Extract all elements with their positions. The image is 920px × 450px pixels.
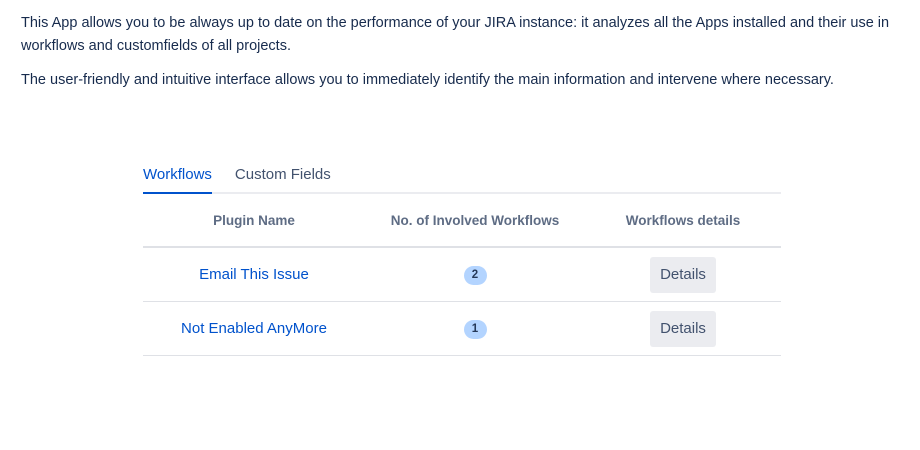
header-workflows-details: Workflows details <box>585 194 781 248</box>
header-involved-workflows[interactable]: No. of Involved Workflows <box>365 194 585 248</box>
plugin-name-cell: Not Enabled AnyMore <box>143 301 365 356</box>
plugin-name-cell: Email This Issue <box>143 247 365 302</box>
plugin-link[interactable]: Email This Issue <box>199 266 309 283</box>
tab-custom-fields[interactable]: Custom Fields <box>235 160 331 192</box>
table-row: Email This Issue 2 Details <box>143 247 781 302</box>
intro-text: This App allows you to be always up to d… <box>21 12 906 103</box>
details-button[interactable]: Details <box>650 310 716 347</box>
table-row: Not Enabled AnyMore 1 Details <box>143 301 781 356</box>
workflow-count-badge: 2 <box>463 265 487 285</box>
app-page: This App allows you to be always up to d… <box>0 0 920 450</box>
workflow-count-badge: 1 <box>463 319 487 339</box>
plugins-panel: Workflows Custom Fields Plugin Name No. … <box>143 160 781 356</box>
tab-workflows[interactable]: Workflows <box>143 160 212 194</box>
workflow-count-cell: 1 <box>365 301 585 356</box>
header-plugin-name[interactable]: Plugin Name <box>143 194 365 248</box>
details-cell: Details <box>585 247 781 302</box>
details-button[interactable]: Details <box>650 256 716 293</box>
plugin-link[interactable]: Not Enabled AnyMore <box>181 320 327 337</box>
details-cell: Details <box>585 301 781 356</box>
intro-paragraph-1: This App allows you to be always up to d… <box>21 15 890 54</box>
workflow-count-cell: 2 <box>365 247 585 302</box>
tab-bar: Workflows Custom Fields <box>143 160 781 194</box>
plugins-table: Plugin Name No. of Involved Workflows Wo… <box>143 194 781 356</box>
intro-paragraph-2: The user-friendly and intuitive interfac… <box>21 72 834 88</box>
table-header-row: Plugin Name No. of Involved Workflows Wo… <box>143 194 781 248</box>
